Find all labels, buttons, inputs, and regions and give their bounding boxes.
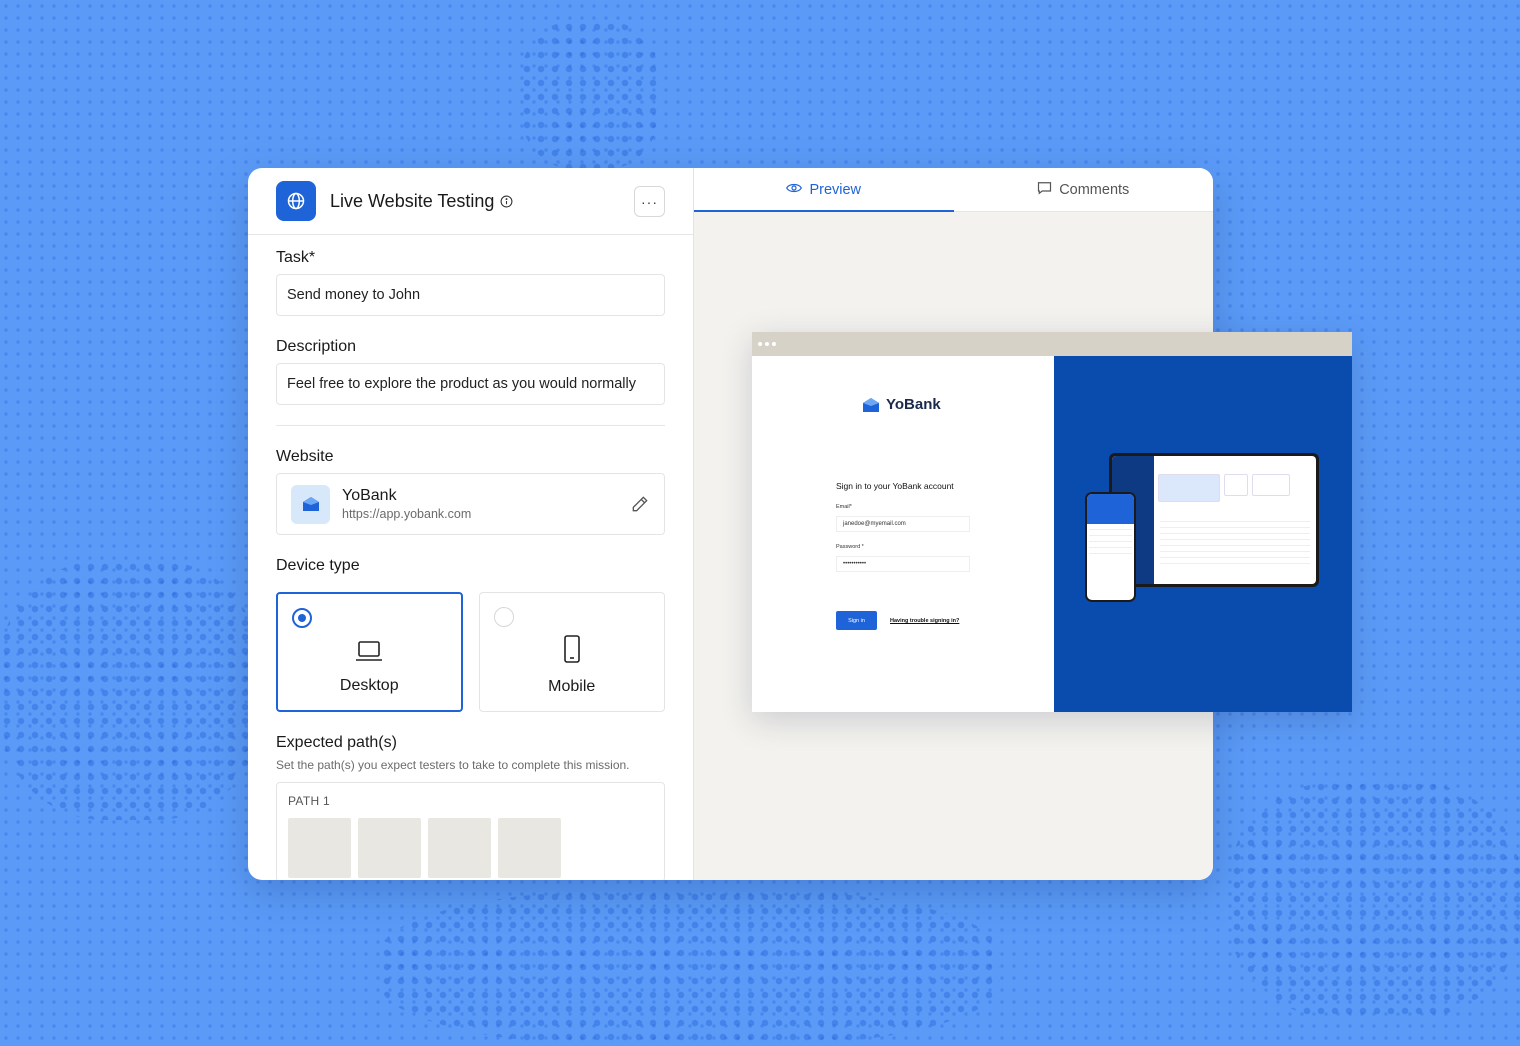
window-dot <box>765 342 769 346</box>
task-input[interactable]: Send money to John <box>276 274 665 316</box>
yobank-logo-icon <box>291 484 330 524</box>
window-dot <box>758 342 762 346</box>
expected-paths-label: Expected path(s) <box>276 734 397 751</box>
path-card[interactable]: PATH 1 <box>276 782 665 880</box>
background-pattern <box>520 20 660 170</box>
tab-comments[interactable]: Comments <box>954 168 1214 211</box>
yobank-logo-icon <box>863 397 879 412</box>
brand-panel <box>1054 356 1352 712</box>
signin-heading: Sign in to your YoBank account <box>836 481 954 491</box>
website-card[interactable]: YoBank https://app.yobank.com <box>276 473 665 535</box>
trouble-signing-in-link[interactable]: Having trouble signing in? <box>890 618 959 624</box>
background-pattern <box>1230 780 1520 1020</box>
window-dot <box>772 342 776 346</box>
login-form-area: YoBank Sign in to your YoBank account Em… <box>752 356 1054 712</box>
more-icon: ··· <box>641 193 658 210</box>
panel-header: Live Website Testing ··· <box>248 168 693 235</box>
tab-comments-label: Comments <box>1059 181 1130 198</box>
background-pattern <box>380 890 1000 1046</box>
path-step-thumbnail[interactable] <box>288 818 351 878</box>
description-label: Description <box>276 338 357 355</box>
tab-preview[interactable]: Preview <box>694 168 954 212</box>
globe-icon <box>276 181 316 221</box>
path-step-thumbnail[interactable] <box>498 818 561 878</box>
expected-paths-hint: Set the path(s) you expect testers to ta… <box>276 758 630 772</box>
info-icon[interactable] <box>500 195 513 208</box>
device-options: Desktop Mobile <box>276 592 665 712</box>
comment-icon <box>1037 181 1052 199</box>
eye-icon <box>786 182 803 198</box>
background-pattern <box>0 560 260 820</box>
radio-desktop[interactable] <box>292 608 312 628</box>
path-name: PATH 1 <box>288 794 331 808</box>
signin-button[interactable]: Sign in <box>836 611 877 630</box>
website-label: Website <box>276 448 334 465</box>
brand-name: YoBank <box>886 396 941 413</box>
device-option-mobile[interactable]: Mobile <box>478 592 665 712</box>
website-preview: YoBank Sign in to your YoBank account Em… <box>752 332 1352 712</box>
tab-bar: Preview Comments <box>694 168 1213 212</box>
tab-preview-label: Preview <box>809 181 862 198</box>
task-label: Task* <box>276 249 316 266</box>
path-thumbnails <box>288 818 653 878</box>
settings-panel: Live Website Testing ··· Task* Send mone… <box>248 168 694 880</box>
yobank-logo: YoBank <box>862 396 941 413</box>
divider <box>276 425 665 426</box>
password-label: Password * <box>836 544 864 550</box>
more-options-button[interactable]: ··· <box>634 186 665 217</box>
website-name: YoBank <box>342 487 397 504</box>
phone-mockup <box>1085 492 1136 602</box>
password-field[interactable]: ••••••••••• <box>836 556 970 572</box>
pencil-icon[interactable] <box>630 494 650 519</box>
path-step-thumbnail[interactable] <box>358 818 421 878</box>
radio-mobile[interactable] <box>493 607 514 627</box>
email-field[interactable]: janedoe@myemail.com <box>836 516 970 532</box>
device-option-desktop[interactable]: Desktop <box>276 592 463 712</box>
form-body: Task* Send money to John Description Fee… <box>248 249 693 880</box>
mobile-phone-icon <box>563 635 581 668</box>
browser-toolbar <box>752 332 1352 356</box>
device-label-desktop: Desktop <box>339 677 399 694</box>
device-type-label: Device type <box>276 557 360 574</box>
email-label: Email* <box>836 504 852 510</box>
laptop-icon <box>355 640 383 667</box>
website-url: https://app.yobank.com <box>342 507 472 521</box>
device-label-mobile: Mobile <box>548 678 596 695</box>
tablet-mockup <box>1109 453 1319 587</box>
path-step-thumbnail[interactable] <box>428 818 491 878</box>
description-input[interactable]: Feel free to explore the product as you … <box>276 363 665 405</box>
page-title: Live Website Testing <box>330 190 495 211</box>
